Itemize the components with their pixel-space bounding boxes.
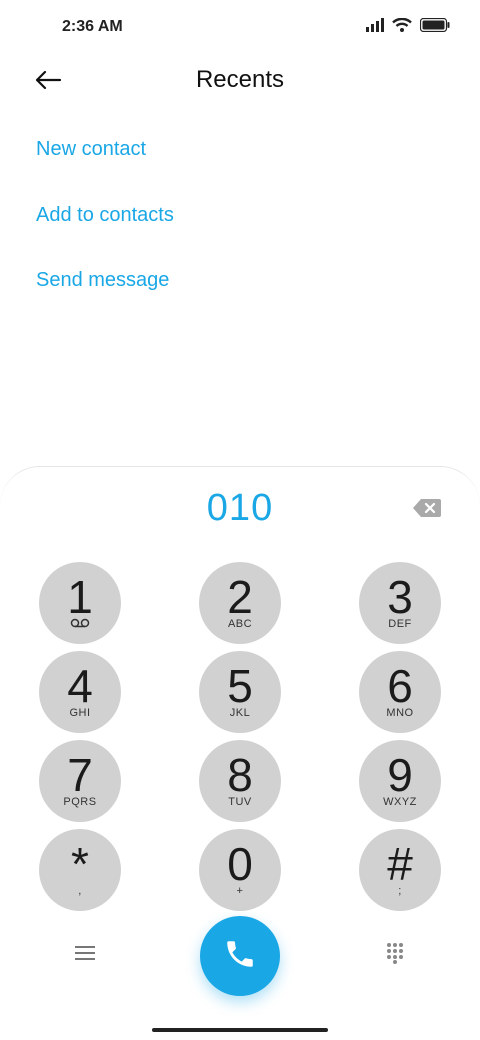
- key-letters: JKL: [229, 707, 251, 719]
- keypad-toggle-button[interactable]: [380, 940, 410, 970]
- key-digit: 7: [67, 749, 93, 801]
- backspace-icon: [412, 499, 442, 523]
- key-letters: WXYZ: [383, 796, 417, 808]
- menu-icon: [75, 945, 95, 966]
- wifi-icon: [392, 18, 412, 32]
- status-time: 2:36 AM: [62, 18, 123, 35]
- key-digit: *: [71, 838, 89, 890]
- key-3[interactable]: 3 DEF: [359, 562, 441, 644]
- key-letters: GHI: [69, 707, 91, 719]
- dialer-screen: 2:36 AM Recents New contact Add to conta…: [0, 0, 480, 1040]
- key-digit: 5: [227, 660, 253, 712]
- key-hash[interactable]: # ;: [359, 829, 441, 911]
- keypad-icon: [386, 942, 404, 969]
- key-digit: 1: [67, 571, 93, 623]
- key-letters: PQRS: [63, 796, 97, 808]
- key-6[interactable]: 6 MNO: [359, 651, 441, 733]
- menu-button[interactable]: [70, 942, 100, 968]
- key-digit: 8: [227, 749, 253, 801]
- key-letters: MNO: [386, 707, 414, 719]
- voicemail-icon: [39, 618, 121, 631]
- backspace-button[interactable]: [412, 497, 442, 519]
- key-letters: TUV: [228, 796, 252, 808]
- battery-icon: [420, 18, 450, 32]
- status-icons: [366, 18, 450, 32]
- dialed-number: 010: [206, 487, 274, 529]
- key-digit: 3: [387, 571, 413, 623]
- new-contact-link[interactable]: New contact: [36, 138, 146, 161]
- key-letters: +: [236, 885, 244, 897]
- key-digit: 6: [387, 660, 413, 712]
- key-digit: 2: [227, 571, 253, 623]
- key-digit: 4: [67, 660, 93, 712]
- signal-icon: [366, 18, 384, 32]
- phone-icon: [223, 937, 257, 976]
- call-button[interactable]: [200, 916, 280, 996]
- key-digit: #: [387, 838, 413, 890]
- key-star[interactable]: * ,: [39, 829, 121, 911]
- send-message-link[interactable]: Send message: [36, 269, 169, 292]
- key-8[interactable]: 8 TUV: [199, 740, 281, 822]
- key-5[interactable]: 5 JKL: [199, 651, 281, 733]
- key-1[interactable]: 1: [39, 562, 121, 644]
- add-to-contacts-link[interactable]: Add to contacts: [36, 204, 174, 227]
- status-bar: 2:36 AM: [0, 0, 480, 56]
- key-letters: ABC: [227, 618, 253, 630]
- home-indicator[interactable]: [152, 1028, 328, 1032]
- key-letters: DEF: [388, 618, 412, 630]
- key-7[interactable]: 7 PQRS: [39, 740, 121, 822]
- key-0[interactable]: 0 +: [199, 829, 281, 911]
- key-9[interactable]: 9 WXYZ: [359, 740, 441, 822]
- key-digit: 9: [387, 749, 413, 801]
- key-letters: ;: [398, 885, 402, 897]
- key-2[interactable]: 2 ABC: [199, 562, 281, 644]
- page-title: Recents: [195, 66, 285, 93]
- key-4[interactable]: 4 GHI: [39, 651, 121, 733]
- key-digit: 0: [227, 838, 253, 890]
- key-letters: ,: [78, 885, 82, 897]
